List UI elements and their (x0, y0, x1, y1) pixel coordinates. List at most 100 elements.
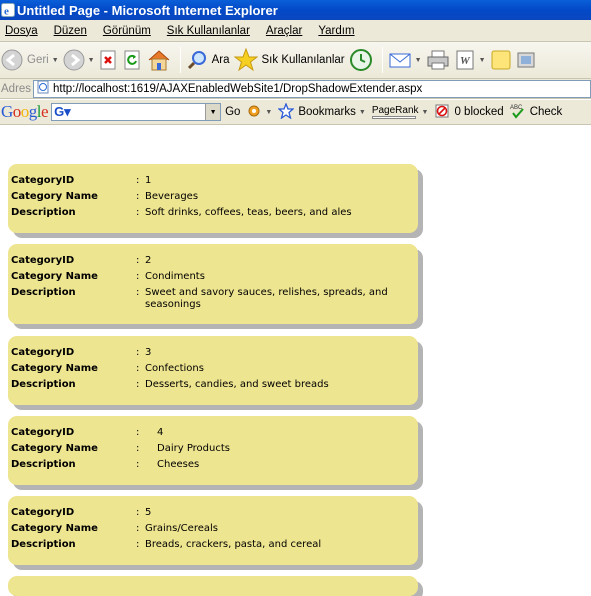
history-button[interactable] (349, 45, 373, 75)
edit-button[interactable]: W ▼ (454, 45, 486, 75)
mail-dropdown-icon[interactable]: ▼ (415, 57, 422, 64)
category-name-row: Category Name : Grains/Cereals (11, 523, 407, 535)
category-name-row: Category Name : Confections (11, 363, 407, 375)
search-icon (186, 49, 208, 71)
home-icon (147, 49, 171, 71)
search-label: Ara (211, 54, 230, 66)
category-panel-partial (8, 576, 418, 596)
category-name-value: Dairy Products (157, 443, 230, 454)
category-id-value: 3 (145, 347, 152, 358)
pagerank-bar (371, 115, 416, 119)
category-panel: CategoryID : 1 Category Name : Beverages… (8, 164, 418, 233)
messenger-button[interactable] (516, 45, 536, 75)
print-button[interactable] (426, 45, 450, 75)
category-panel: CategoryID : 2 Category Name : Condiment… (8, 244, 418, 324)
menu-tools[interactable]: Araçlar (266, 25, 302, 37)
page-content: CategoryID : 1 Category Name : Beverages… (0, 126, 591, 596)
field-separator: : (136, 175, 140, 186)
menu-favorites[interactable]: Sık Kullanılanlar (167, 25, 250, 37)
spellcheck-button[interactable]: ABC Check (510, 103, 563, 122)
pagerank-indicator[interactable]: PageRank ▼ (371, 104, 429, 119)
menu-help[interactable]: Yardım (318, 25, 354, 37)
category-description-value: Cheeses (157, 459, 200, 470)
back-arrow-icon (1, 49, 23, 71)
home-button[interactable] (147, 45, 171, 75)
mail-button[interactable]: ▼ (388, 45, 422, 75)
google-search-input[interactable]: G▾ ▼ (51, 103, 222, 121)
forward-button[interactable]: ▼ (63, 45, 95, 75)
pagerank-label: PageRank (371, 104, 419, 116)
address-input[interactable]: http://localhost:1619/AJAXEnabledWebSite… (33, 79, 591, 98)
blocked-label: 0 blocked (454, 106, 504, 118)
category-id-value: 5 (145, 507, 152, 518)
category-name-value: Confections (145, 363, 204, 374)
history-icon (349, 48, 373, 72)
category-description-label: Description (11, 459, 76, 470)
pagerank-dropdown-icon[interactable]: ▼ (422, 109, 429, 116)
forward-arrow-icon (63, 49, 85, 71)
favorites-button[interactable]: Sık Kullanılanlar (233, 45, 345, 75)
back-label: Geri (27, 54, 49, 66)
google-settings-button[interactable]: ▼ (246, 103, 272, 122)
forward-dropdown-icon[interactable]: ▼ (88, 57, 95, 64)
refresh-button[interactable] (123, 45, 143, 75)
edit-dropdown-icon[interactable]: ▼ (479, 57, 486, 64)
back-dropdown-icon[interactable]: ▼ (52, 57, 59, 64)
popup-blocker-icon (434, 103, 450, 122)
bookmarks-dropdown-icon[interactable]: ▼ (359, 109, 366, 116)
category-description-value: Desserts, candies, and sweet breads (145, 379, 329, 390)
check-label: Check (529, 106, 563, 118)
discuss-button[interactable] (490, 45, 512, 75)
menu-file[interactable]: Dosya (5, 25, 38, 37)
field-separator: : (136, 287, 140, 298)
category-id-label: CategoryID (11, 507, 75, 518)
category-name-row: Category Name : Dairy Products (11, 443, 407, 455)
address-label: Adres (1, 82, 32, 95)
category-description-row: Description : Soft drinks, coffees, teas… (11, 207, 407, 219)
category-description-label: Description (11, 379, 76, 390)
field-separator: : (136, 347, 140, 358)
field-separator: : (136, 427, 140, 438)
mail-icon (388, 49, 412, 71)
category-id-row: CategoryID : 1 (11, 175, 407, 187)
stop-icon (99, 50, 119, 70)
standard-toolbar: Geri ▼ ▼ Ara Sık Kullanılanlar ▼ W ▼ (0, 42, 591, 79)
address-url: http://localhost:1619/AJAXEnabledWebSite… (53, 82, 423, 95)
category-description-label: Description (11, 539, 76, 550)
menu-edit[interactable]: Düzen (54, 25, 87, 37)
category-name-label: Category Name (11, 523, 98, 534)
toolbar-separator (179, 47, 181, 73)
internet-explorer-icon: e (1, 3, 15, 18)
menu-view[interactable]: Görünüm (103, 25, 151, 37)
google-g-icon: G▾ (54, 104, 71, 119)
settings-dropdown-icon[interactable]: ▼ (265, 109, 272, 116)
category-description-value: Soft drinks, coffees, teas, beers, and a… (145, 207, 352, 218)
category-name-value: Condiments (145, 271, 205, 282)
title-bar: e Untitled Page - Microsoft Internet Exp… (0, 0, 591, 20)
field-separator: : (136, 379, 140, 390)
favorites-label: Sık Kullanılanlar (261, 54, 345, 66)
google-logo[interactable]: Google (1, 102, 49, 122)
category-name-row: Category Name : Beverages (11, 191, 407, 203)
bookmarks-label: Bookmarks (298, 106, 356, 118)
chevron-down-icon[interactable]: ▼ (205, 104, 221, 120)
search-button[interactable]: Ara (186, 45, 230, 75)
category-id-value: 4 (157, 427, 164, 438)
category-description-row: Description : Sweet and savory sauces, r… (11, 287, 407, 311)
popup-blocker-button[interactable]: 0 blocked (434, 103, 504, 122)
category-description-row: Description : Cheeses (11, 459, 407, 471)
star-icon (233, 48, 258, 72)
google-go-button[interactable]: Go (225, 106, 240, 118)
category-id-label: CategoryID (11, 347, 75, 358)
category-id-value: 1 (145, 175, 152, 186)
bookmarks-button[interactable]: Bookmarks ▼ (277, 101, 366, 122)
category-description-value: Breads, crackers, pasta, and cereal (145, 539, 322, 550)
category-id-row: CategoryID : 3 (11, 347, 407, 359)
stop-button[interactable] (99, 45, 119, 75)
category-name-row: Category Name : Condiments (11, 271, 407, 283)
back-button[interactable]: Geri ▼ (1, 45, 59, 75)
field-separator: : (136, 507, 140, 518)
category-id-label: CategoryID (11, 427, 75, 438)
category-name-label: Category Name (11, 191, 98, 202)
messenger-icon (516, 49, 536, 71)
